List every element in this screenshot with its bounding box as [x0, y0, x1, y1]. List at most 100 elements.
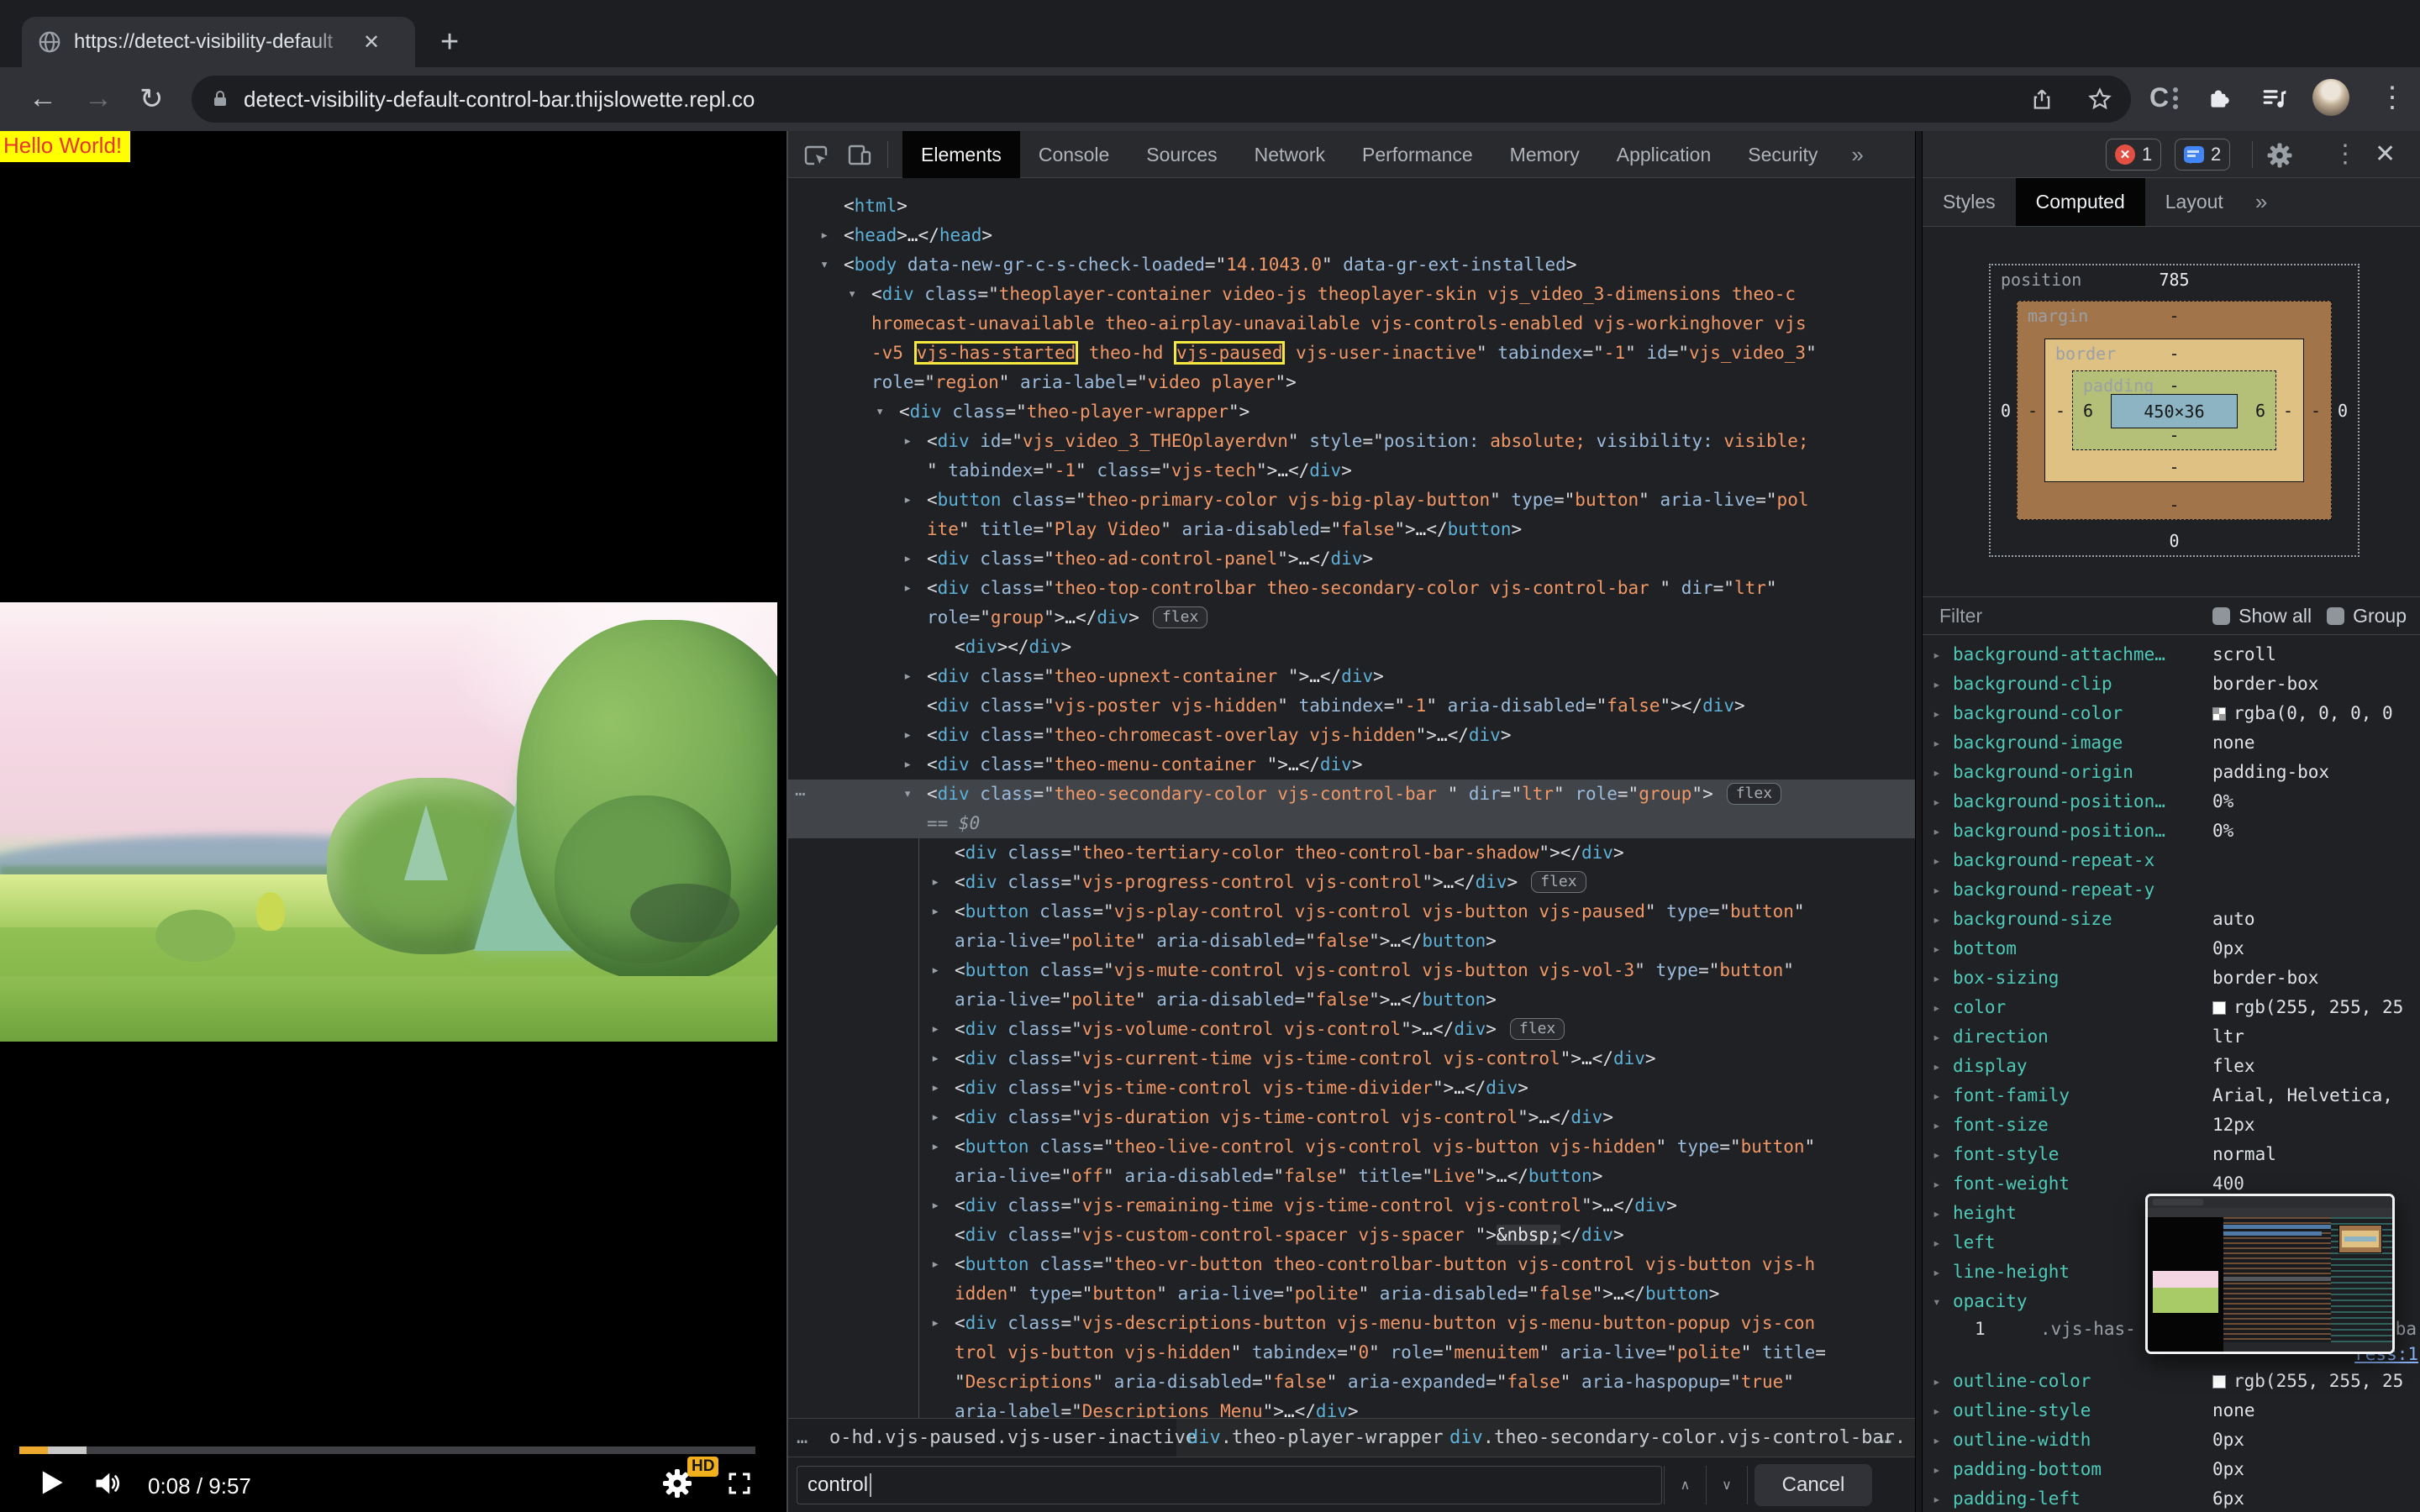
computed-property-row[interactable]: ▸outline-colorrgb(255, 255, 25 — [1923, 1367, 2420, 1396]
devtools-close-icon[interactable]: ✕ — [2375, 139, 2396, 169]
expand-arrow-icon[interactable]: ▸ — [1933, 669, 1941, 699]
profile-avatar[interactable] — [2312, 79, 2349, 116]
sidebar-tab-styles[interactable]: Styles — [1923, 178, 2016, 226]
dom-node[interactable]: ▾<body data-new-gr-c-s-check-loaded="14.… — [788, 250, 1915, 280]
node-options-icon[interactable]: ⋯ — [795, 780, 806, 809]
expand-arrow-icon[interactable]: ▸ — [1933, 816, 1941, 846]
dom-node[interactable]: ▸<div class="vjs-time-control vjs-time-d… — [788, 1074, 1915, 1103]
search-input[interactable]: control — [797, 1466, 1662, 1504]
play-icon[interactable] — [37, 1468, 66, 1497]
dom-node[interactable]: aria-live="polite" aria-disabled="false"… — [788, 985, 1915, 1015]
show-all-checkbox[interactable] — [2212, 607, 2230, 625]
computed-property-row[interactable]: ▸background-clipborder-box — [1923, 669, 2420, 699]
dom-node[interactable]: ▸<button class="vjs-mute-control vjs-con… — [788, 956, 1915, 985]
collapse-arrow-icon[interactable]: ▾ — [876, 397, 884, 427]
dom-node[interactable]: ▸<div class="vjs-volume-control vjs-cont… — [788, 1015, 1915, 1044]
expand-arrow-icon[interactable]: ▸ — [931, 868, 939, 897]
dom-node[interactable]: aria-live="polite" aria-disabled="false"… — [788, 927, 1915, 956]
media-playlist-icon[interactable] — [2260, 84, 2289, 113]
computed-property-row[interactable]: ▸background-colorrgba(0, 0, 0, 0 — [1923, 699, 2420, 728]
expand-arrow-icon[interactable]: ▸ — [931, 1309, 939, 1338]
expand-arrow-icon[interactable]: ▸ — [903, 662, 912, 691]
devtools-tab-network[interactable]: Network — [1236, 131, 1344, 178]
extension-colorpick-icon[interactable]: C — [2149, 82, 2178, 113]
expand-arrow-icon[interactable]: ▸ — [1933, 1484, 1941, 1512]
computed-property-row[interactable]: ▸padding-bottom0px — [1923, 1455, 2420, 1484]
devtools-tab-console[interactable]: Console — [1020, 131, 1128, 178]
expand-arrow-icon[interactable]: ▸ — [931, 1044, 939, 1074]
expand-arrow-icon[interactable]: ▸ — [1933, 1228, 1941, 1257]
dom-node[interactable]: ▸<div id="vjs_video_3_THEOplayerdvn" sty… — [788, 427, 1915, 456]
dom-node[interactable]: ▸<button class="theo-vr-button theo-cont… — [788, 1250, 1915, 1279]
panel-divider[interactable] — [1915, 131, 1923, 1512]
computed-property-row[interactable]: ▸displayflex — [1923, 1052, 2420, 1081]
dom-node-selected[interactable]: ⋯▾<div class="theo-secondary-color vjs-c… — [788, 780, 1915, 809]
expand-arrow-icon[interactable]: ▸ — [1933, 993, 1941, 1022]
devtools-tab-security[interactable]: Security — [1729, 131, 1836, 178]
dom-node[interactable]: ▸<div class="theo-upnext-container ">…</… — [788, 662, 1915, 691]
devtools-tab-performance[interactable]: Performance — [1344, 131, 1491, 178]
flex-badge[interactable]: flex — [1510, 1018, 1565, 1040]
dom-node[interactable]: ▸<div class="vjs-current-time vjs-time-c… — [788, 1044, 1915, 1074]
devtools-tab-memory[interactable]: Memory — [1491, 131, 1598, 178]
dom-node[interactable]: <div class="vjs-poster vjs-hidden" tabin… — [788, 691, 1915, 721]
expand-arrow-icon[interactable]: ▸ — [931, 897, 939, 927]
expand-arrow-icon[interactable]: ▸ — [1933, 1081, 1941, 1110]
cancel-button[interactable]: Cancel — [1754, 1464, 1872, 1506]
dom-node[interactable]: ▸<button class="theo-live-control vjs-co… — [788, 1132, 1915, 1162]
expand-arrow-icon[interactable]: ▸ — [1933, 1022, 1941, 1052]
dom-node[interactable]: <div class="vjs-custom-control-spacer vj… — [788, 1221, 1915, 1250]
flex-badge[interactable]: flex — [1153, 606, 1207, 628]
screenshare-pip-preview[interactable] — [2145, 1194, 2395, 1354]
expand-arrow-icon[interactable]: ▸ — [931, 1074, 939, 1103]
breadcrumb-item[interactable]: div.theo-secondary-color.vjs-control-bar… — [1449, 1419, 1906, 1457]
computed-property-row[interactable]: ▸background-position…0% — [1923, 816, 2420, 846]
devtools-settings-gear-icon[interactable] — [2264, 139, 2296, 171]
devtools-tab-elements[interactable]: Elements — [902, 131, 1020, 178]
reload-icon[interactable]: ↻ — [139, 82, 164, 116]
tab-close-icon[interactable]: ✕ — [363, 30, 380, 55]
collapse-arrow-icon[interactable]: ▾ — [903, 780, 912, 809]
expand-arrow-icon[interactable]: ▸ — [1933, 1396, 1941, 1425]
back-icon[interactable]: ← — [29, 82, 57, 115]
expand-arrow-icon[interactable]: ▸ — [903, 750, 912, 780]
expand-arrow-icon[interactable]: ▸ — [1933, 1425, 1941, 1455]
computed-property-row[interactable]: ▸directionltr — [1923, 1022, 2420, 1052]
dom-node[interactable]: "Descriptions" aria-disabled="false" ari… — [788, 1368, 1915, 1397]
browser-tab[interactable]: https://detect-visibility-default ✕ — [22, 17, 415, 67]
computed-property-row[interactable]: ▸font-familyArial, Helvetica, — [1923, 1081, 2420, 1110]
computed-property-row[interactable]: ▸bottom0px — [1923, 934, 2420, 963]
sidebar-tab-layout[interactable]: Layout — [2145, 178, 2244, 226]
dom-node[interactable]: ▸<div class="theo-menu-container ">…</di… — [788, 750, 1915, 780]
expand-arrow-icon[interactable]: ▸ — [1933, 934, 1941, 963]
computed-property-row[interactable]: ▸background-position…0% — [1923, 787, 2420, 816]
computed-property-row[interactable]: ▸outline-width0px — [1923, 1425, 2420, 1455]
expand-arrow-icon[interactable]: ▸ — [820, 221, 829, 250]
dom-node[interactable]: ▸<div class="vjs-remaining-time vjs-time… — [788, 1191, 1915, 1221]
computed-property-row[interactable]: ▸colorrgb(255, 255, 25 — [1923, 993, 2420, 1022]
dom-node[interactable]: aria-label="Descriptions Menu">…</div> — [788, 1397, 1915, 1418]
computed-property-row[interactable]: ▸font-size12px — [1923, 1110, 2420, 1140]
computed-property-row[interactable]: ▸background-repeat-x — [1923, 846, 2420, 875]
breadcrumb-item[interactable]: o-hd.vjs-paused.vjs-user-inactive — [829, 1419, 1197, 1457]
video-frame[interactable] — [0, 602, 777, 1042]
expand-arrow-icon[interactable]: ▸ — [1933, 640, 1941, 669]
expand-arrow-icon[interactable]: ▸ — [1933, 1140, 1941, 1169]
inspect-element-icon[interactable] — [800, 139, 832, 171]
dom-node[interactable]: <div class="theo-tertiary-color theo-con… — [788, 838, 1915, 868]
dom-node[interactable]: ▸<button class="vjs-play-control vjs-con… — [788, 897, 1915, 927]
expand-arrow-icon[interactable]: ▸ — [931, 1132, 939, 1162]
devtools-tabs-overflow-icon[interactable]: » — [1836, 131, 1878, 178]
expand-arrow-icon[interactable]: ▸ — [931, 956, 939, 985]
expand-arrow-icon[interactable]: ▸ — [931, 1250, 939, 1279]
filter-input[interactable]: Filter — [1939, 605, 2212, 627]
expand-arrow-icon[interactable]: ▸ — [1933, 963, 1941, 993]
expand-arrow-icon[interactable]: ▸ — [1933, 1169, 1941, 1199]
issues-badge[interactable]: 2 — [2175, 139, 2230, 171]
device-toolbar-icon[interactable] — [844, 139, 876, 171]
dom-node[interactable]: ▸<div class="theo-ad-control-panel">…</d… — [788, 544, 1915, 574]
group-checkbox[interactable] — [2327, 607, 2344, 625]
dom-node[interactable]: ite" title="Play Video" aria-disabled="f… — [788, 515, 1915, 544]
expand-arrow-icon[interactable]: ▸ — [903, 427, 912, 456]
expand-arrow-icon[interactable]: ▸ — [1933, 787, 1941, 816]
